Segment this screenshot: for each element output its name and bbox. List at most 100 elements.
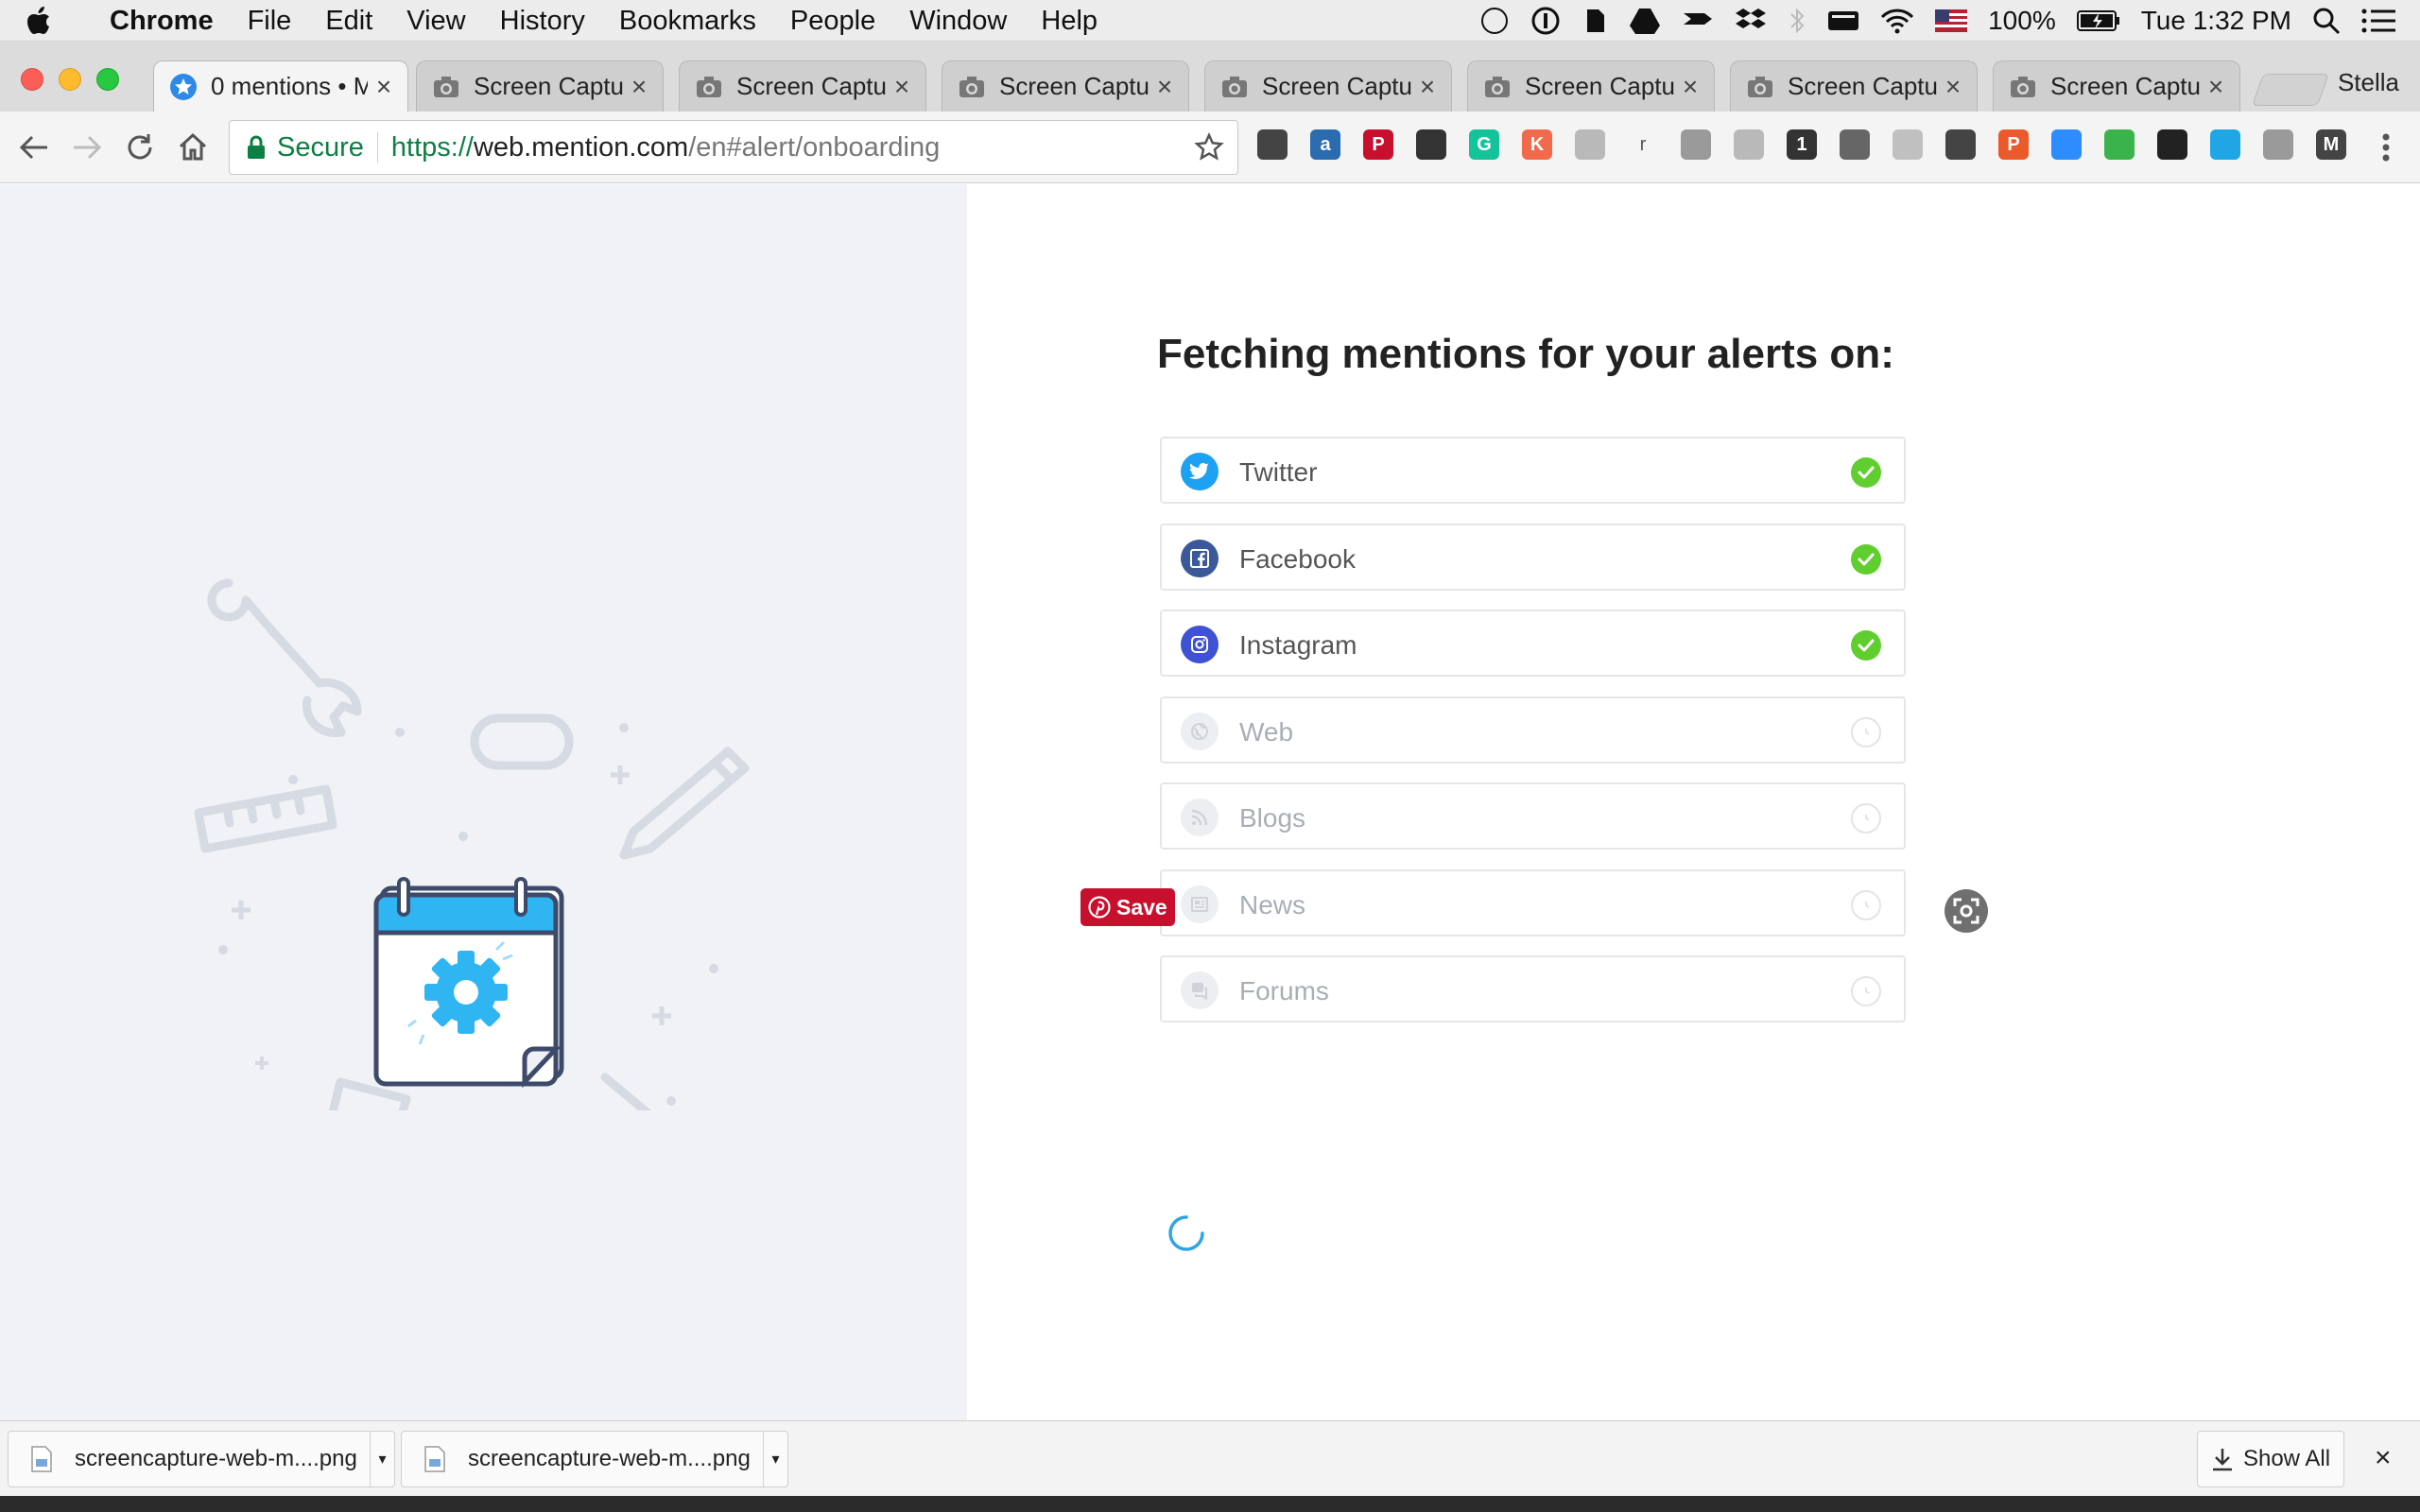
menu-window[interactable]: Window <box>892 0 1024 42</box>
menu-view[interactable]: View <box>389 0 482 42</box>
toggle-switch-icon <box>470 713 574 770</box>
camera-icon <box>432 73 460 101</box>
tab-mentions[interactable]: 0 mentions • M × <box>153 60 408 112</box>
show-all-downloads-button[interactable]: Show All <box>2197 1431 2344 1487</box>
drive-status-icon[interactable] <box>1629 7 1661 35</box>
extension-check-icon[interactable] <box>2104 129 2135 160</box>
window-close-button[interactable] <box>21 68 43 91</box>
profile-name[interactable]: Stella <box>2338 68 2399 97</box>
tab-label: Screen Capture <box>999 72 1149 100</box>
evernote-icon[interactable] <box>1416 129 1446 160</box>
grammarly-icon[interactable]: G <box>1469 129 1499 160</box>
wifi-icon[interactable] <box>1880 8 1914 34</box>
keyboard-status-icon[interactable] <box>1827 9 1859 33</box>
onepassword-status-icon[interactable] <box>1530 6 1561 36</box>
bluetooth-icon[interactable] <box>1788 6 1806 36</box>
facebook-icon <box>1181 540 1219 577</box>
tab-close-icon[interactable]: × <box>1417 72 1438 102</box>
amazon-assistant-icon[interactable]: a <box>1310 129 1340 160</box>
stack-status-icon[interactable] <box>1682 8 1714 34</box>
battery-charging-icon[interactable] <box>2076 9 2120 32</box>
menu-history[interactable]: History <box>483 0 602 42</box>
close-downloads-bar-icon[interactable]: × <box>2375 1442 2392 1474</box>
tab-screen-capture[interactable]: Screen Capture × <box>1993 60 2240 112</box>
pocket-icon[interactable] <box>1257 129 1288 160</box>
screenshot-camera-icon[interactable] <box>1681 129 1711 160</box>
reload-button[interactable] <box>121 129 159 166</box>
menu-bar-clock[interactable]: Tue 1:32 PM <box>2141 6 2291 36</box>
extension-chart-icon[interactable] <box>2210 129 2240 160</box>
spotlight-search-icon[interactable] <box>2312 7 2341 35</box>
zoom-icon[interactable] <box>2051 129 2082 160</box>
screen-capture-icon[interactable] <box>1944 888 1989 934</box>
tab-close-icon[interactable]: × <box>891 72 912 102</box>
menu-edit[interactable]: Edit <box>308 0 389 42</box>
tab-close-icon[interactable]: × <box>1154 72 1175 102</box>
bookmark-star-icon[interactable] <box>1194 131 1224 170</box>
menu-file[interactable]: File <box>231 0 309 42</box>
menu-people[interactable]: People <box>773 0 892 42</box>
apple-logo-icon[interactable] <box>26 6 79 35</box>
tab-close-icon[interactable]: × <box>629 72 649 102</box>
extension-r-icon[interactable]: r <box>1628 129 1658 160</box>
pinterest-icon[interactable]: P <box>1363 129 1393 160</box>
forward-button[interactable] <box>68 129 106 166</box>
extension-globe-icon[interactable] <box>1840 129 1870 160</box>
evernote-status-icon[interactable] <box>1582 6 1608 36</box>
news-icon <box>1181 885 1219 923</box>
onboarding-illustration-panel <box>0 184 967 1497</box>
mention-m-icon[interactable]: M <box>2316 129 2346 160</box>
pinterest-save-button[interactable]: Save <box>1080 888 1175 926</box>
tab-screen-capture[interactable]: Screen Capture × <box>416 60 664 112</box>
instagram-icon <box>1181 626 1219 663</box>
tab-close-icon[interactable]: × <box>2205 72 2226 102</box>
pinterest-icon <box>1088 896 1111 919</box>
extension-music-icon[interactable] <box>2263 129 2293 160</box>
download-arrow-icon[interactable] <box>1945 129 1976 160</box>
window-zoom-button[interactable] <box>96 68 119 91</box>
download-item[interactable]: screencapture-web-m....png ▾ <box>401 1431 788 1487</box>
check-circle-icon <box>1851 630 1881 661</box>
window-minimize-button[interactable] <box>59 68 81 91</box>
new-tab-button[interactable] <box>2251 74 2330 106</box>
menu-bookmarks[interactable]: Bookmarks <box>602 0 773 42</box>
address-bar[interactable]: Secure https:// web.mention.com /en#aler… <box>229 120 1238 175</box>
download-icon <box>2211 1447 2234 1471</box>
download-filename: screencapture-web-m....png <box>468 1446 751 1471</box>
calendar-gear-icon <box>373 877 564 1089</box>
us-flag-icon[interactable] <box>1935 9 1968 32</box>
tab-screen-capture[interactable]: Screen Capture × <box>1467 60 1715 112</box>
tab-screen-capture[interactable]: Screen Capture × <box>1730 60 1978 112</box>
producthunt-icon[interactable]: P <box>1998 129 2029 160</box>
tab-close-icon[interactable]: × <box>1680 72 1701 102</box>
extension-frame-icon[interactable] <box>1893 129 1923 160</box>
home-button[interactable] <box>174 129 212 166</box>
download-menu-arrow-icon[interactable]: ▾ <box>370 1432 394 1486</box>
tab-close-icon[interactable]: × <box>373 72 394 102</box>
menu-app-chrome[interactable]: Chrome <box>93 0 231 42</box>
back-button[interactable] <box>15 129 53 166</box>
rss-icon <box>1181 799 1219 836</box>
source-row-forums: Forums <box>1160 955 1906 1022</box>
chrome-menu-icon[interactable] <box>2367 129 2405 166</box>
source-label: News <box>1239 890 1306 919</box>
drive-icon[interactable] <box>1734 129 1764 160</box>
menu-help[interactable]: Help <box>1024 0 1115 42</box>
notification-center-icon[interactable] <box>2361 8 2395 34</box>
download-menu-arrow-icon[interactable]: ▾ <box>763 1432 787 1486</box>
dropbox-status-icon[interactable] <box>1735 7 1767 35</box>
source-row-blogs: Blogs <box>1160 782 1906 850</box>
circle-status-icon[interactable] <box>1479 6 1510 36</box>
extension-k-icon[interactable]: K <box>1522 129 1552 160</box>
tab-screen-capture[interactable]: Screen Capture × <box>1204 60 1452 112</box>
url-host: web.mention.com <box>473 131 689 163</box>
extension-lens-icon[interactable] <box>2157 129 2187 160</box>
onepassword-icon[interactable]: 1 <box>1787 129 1817 160</box>
tab-close-icon[interactable]: × <box>1943 72 1963 102</box>
extension-hourglass-icon[interactable] <box>1575 129 1605 160</box>
tab-screen-capture[interactable]: Screen Capture × <box>942 60 1189 112</box>
battery-percentage[interactable]: 100% <box>1988 6 2056 36</box>
tab-screen-capture[interactable]: Screen Capture × <box>679 60 926 112</box>
download-item[interactable]: screencapture-web-m....png ▾ <box>8 1431 395 1487</box>
loading-spinner-icon <box>1168 1215 1204 1251</box>
